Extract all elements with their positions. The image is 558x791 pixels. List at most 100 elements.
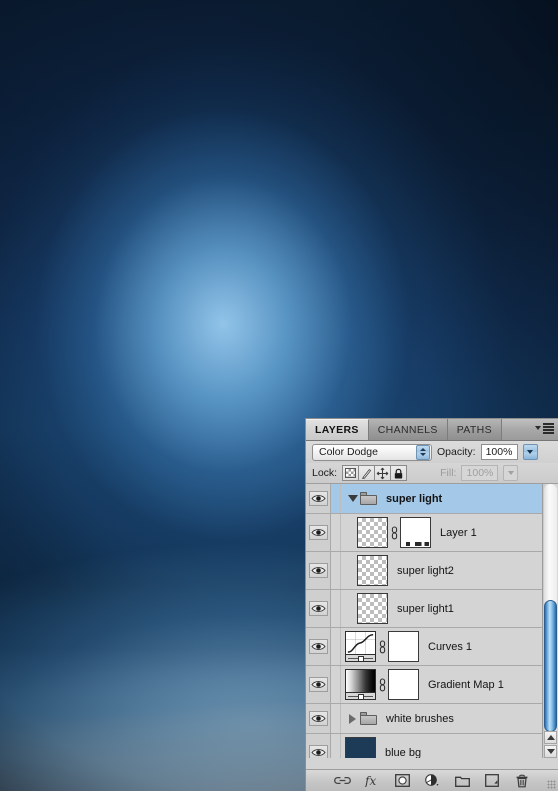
- new-layer-button[interactable]: [484, 773, 501, 788]
- table-row[interactable]: super light1: [306, 590, 558, 628]
- layer-thumbnail[interactable]: [357, 517, 388, 548]
- fill-dropdown-button[interactable]: [503, 465, 519, 481]
- link-icon[interactable]: [376, 639, 388, 654]
- layer-visibility-toggle[interactable]: [306, 514, 331, 551]
- link-icon[interactable]: [388, 525, 400, 540]
- curves-slider-icon: [346, 654, 375, 661]
- link-layers-button[interactable]: [333, 773, 351, 788]
- new-group-button[interactable]: [454, 773, 471, 788]
- layer-row-body[interactable]: super light2: [341, 552, 558, 589]
- tab-channels[interactable]: CHANNELS: [368, 419, 448, 440]
- folder-icon: [360, 492, 377, 505]
- eye-icon: [308, 491, 328, 506]
- chevron-right-icon[interactable]: [345, 713, 360, 724]
- layer-link-cell: [331, 552, 341, 589]
- new-layer-icon: [485, 774, 499, 787]
- table-row[interactable]: super light2: [306, 552, 558, 590]
- layer-row-body[interactable]: super light: [341, 484, 558, 513]
- opacity-dropdown-button[interactable]: [522, 444, 538, 460]
- layer-name: Gradient Map 1: [428, 678, 504, 691]
- scroll-down-button[interactable]: [544, 745, 557, 758]
- chevron-down-icon[interactable]: [345, 495, 360, 502]
- layer-visibility-toggle[interactable]: [306, 484, 331, 513]
- resize-grip-icon[interactable]: [547, 780, 556, 789]
- layer-thumbnail[interactable]: [345, 737, 376, 758]
- panel-menu-icon[interactable]: [535, 423, 554, 434]
- layer-visibility-toggle[interactable]: [306, 734, 331, 758]
- scroll-up-button[interactable]: [544, 731, 557, 744]
- panel-footer-toolbar: fx: [306, 769, 558, 791]
- table-row[interactable]: Curves 1: [306, 628, 558, 666]
- lock-icon: [394, 468, 403, 478]
- layer-row-body[interactable]: super light1: [341, 590, 558, 627]
- opacity-label: Opacity:: [437, 446, 476, 458]
- blend-mode-value: Color Dodge: [319, 446, 378, 458]
- lock-all-button[interactable]: [390, 465, 408, 481]
- lock-button-group: [342, 465, 408, 481]
- delete-layer-button[interactable]: [514, 773, 531, 788]
- layer-visibility-toggle[interactable]: [306, 666, 331, 703]
- add-layer-style-button[interactable]: fx: [364, 773, 381, 788]
- layer-name: white brushes: [386, 712, 454, 725]
- layer-name: Layer 1: [440, 526, 477, 539]
- eye-icon: [308, 711, 328, 726]
- lock-position-button[interactable]: [374, 465, 392, 481]
- layer-visibility-toggle[interactable]: [306, 552, 331, 589]
- eye-icon: [308, 677, 328, 692]
- tab-paths[interactable]: PATHS: [447, 419, 502, 440]
- fill-label: Fill:: [440, 467, 457, 479]
- lock-transparent-pixels-button[interactable]: [342, 465, 360, 481]
- lock-image-pixels-button[interactable]: [358, 465, 376, 481]
- layer-visibility-toggle[interactable]: [306, 590, 331, 627]
- layer-row-body[interactable]: Gradient Map 1: [341, 666, 558, 703]
- half-circle-icon: [424, 774, 438, 786]
- gradient-map-icon: [346, 670, 375, 692]
- layer-row-body[interactable]: white brushes: [341, 704, 558, 733]
- table-row[interactable]: white brushes: [306, 704, 558, 734]
- folder-icon: [454, 776, 470, 787]
- trash-icon: [516, 774, 528, 787]
- eye-icon: [308, 525, 328, 540]
- layer-name: super light1: [397, 602, 454, 615]
- layers-list[interactable]: super light Layer 1 super light2 super l…: [306, 484, 558, 758]
- layer-row-body[interactable]: Curves 1: [341, 628, 558, 665]
- layer-mask-thumbnail[interactable]: [400, 517, 431, 548]
- layer-visibility-toggle[interactable]: [306, 628, 331, 665]
- curves-icon: [346, 632, 375, 654]
- chain-icon: [333, 776, 351, 785]
- tab-layers[interactable]: LAYERS: [306, 419, 369, 440]
- adjustment-thumbnail[interactable]: [345, 669, 376, 700]
- brush-icon: [362, 468, 372, 479]
- gradient-slider-icon: [346, 692, 375, 699]
- layer-link-cell: [331, 484, 341, 513]
- layer-thumbnail[interactable]: [357, 593, 388, 624]
- eye-icon: [308, 601, 328, 616]
- layer-row-body[interactable]: Layer 1: [341, 514, 558, 551]
- layer-thumbnail[interactable]: [357, 555, 388, 586]
- layers-scrollbar[interactable]: [542, 484, 558, 758]
- scrollbar-thumb[interactable]: [544, 600, 557, 732]
- opacity-input[interactable]: 100%: [480, 444, 518, 460]
- layer-link-cell: [331, 590, 341, 627]
- table-row[interactable]: Gradient Map 1: [306, 666, 558, 704]
- table-row[interactable]: super light: [306, 484, 558, 514]
- link-icon[interactable]: [376, 677, 388, 692]
- table-row[interactable]: blue bg: [306, 734, 558, 758]
- table-row[interactable]: Layer 1: [306, 514, 558, 552]
- adjustment-thumbnail[interactable]: [345, 631, 376, 662]
- eye-icon: [308, 639, 328, 654]
- tab-paths-label: PATHS: [456, 423, 492, 436]
- new-adjustment-layer-button[interactable]: [424, 773, 441, 788]
- layer-row-body[interactable]: blue bg: [341, 734, 558, 758]
- layer-link-cell: [331, 628, 341, 665]
- eye-icon: [308, 563, 328, 578]
- blend-mode-stepper-icon[interactable]: [416, 444, 430, 460]
- fx-icon: fx: [364, 774, 376, 787]
- layer-visibility-toggle[interactable]: [306, 704, 331, 733]
- fill-input[interactable]: 100%: [461, 465, 499, 481]
- layer-mask-thumbnail[interactable]: [388, 631, 419, 662]
- layer-mask-thumbnail[interactable]: [388, 669, 419, 700]
- blend-mode-select[interactable]: Color Dodge: [312, 443, 432, 461]
- add-layer-mask-button[interactable]: [394, 773, 411, 788]
- blend-opacity-row: Color Dodge Opacity: 100%: [306, 441, 558, 463]
